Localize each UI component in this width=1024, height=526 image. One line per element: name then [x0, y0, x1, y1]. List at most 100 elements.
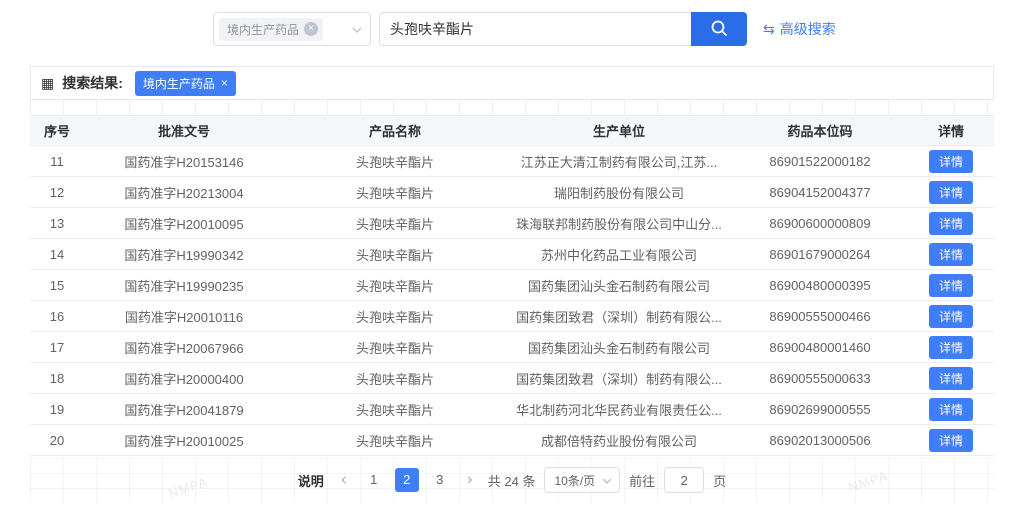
row-no: 15: [30, 270, 84, 301]
detail-button[interactable]: 详情: [929, 243, 973, 266]
detail-cell: 详情: [908, 425, 994, 456]
table-row: 19国药准字H20041879头孢呋辛酯片华北制药河北华民药业有限责任公...8…: [30, 394, 994, 425]
manufacturer: 珠海联邦制药股份有限公司中山分...: [506, 208, 732, 239]
results-filter-tag[interactable]: 境内生产药品 ×: [135, 71, 236, 96]
detail-button[interactable]: 详情: [929, 212, 973, 235]
results-filter-tag-label: 境内生产药品: [143, 75, 215, 92]
manufacturer: 国药集团汕头金石制药有限公司: [506, 270, 732, 301]
row-no: 17: [30, 332, 84, 363]
row-no: 13: [30, 208, 84, 239]
goto-label: 前往: [629, 471, 655, 490]
manufacturer: 苏州中化药品工业有限公司: [506, 239, 732, 270]
drug-code: 86901522000182: [732, 146, 908, 177]
detail-cell: 详情: [908, 301, 994, 332]
approval-number: 国药准字H20010095: [84, 208, 284, 239]
results-label: 搜索结果:: [62, 73, 123, 93]
next-page-button[interactable]: ›: [461, 472, 479, 488]
drug-code: 86902013000506: [732, 425, 908, 456]
manufacturer: 瑞阳制药股份有限公司: [506, 177, 732, 208]
drug-code: 86902699000555: [732, 394, 908, 425]
manufacturer: 江苏正大清江制药有限公司,江苏...: [506, 146, 732, 177]
product-name: 头孢呋辛酯片: [284, 208, 506, 239]
detail-button[interactable]: 详情: [929, 367, 973, 390]
note-link[interactable]: 说明: [298, 471, 324, 490]
approval-number: 国药准字H20000400: [84, 363, 284, 394]
page-button-1[interactable]: 1: [362, 468, 386, 492]
header-product-name: 产品名称: [284, 116, 506, 146]
search-button[interactable]: [691, 12, 747, 46]
goto-page-input[interactable]: [664, 467, 704, 493]
header-approval-number: 批准文号: [84, 116, 284, 146]
detail-button[interactable]: 详情: [929, 274, 973, 297]
row-no: 12: [30, 177, 84, 208]
product-name: 头孢呋辛酯片: [284, 363, 506, 394]
product-name: 头孢呋辛酯片: [284, 177, 506, 208]
results-panel: ▦ 搜索结果: 境内生产药品 × 序号 批准文号 产品名称 生产单位 药品本位码…: [30, 66, 994, 503]
detail-cell: 详情: [908, 239, 994, 270]
filter-icon: ⇆: [763, 22, 775, 36]
drug-code: 86904152004377: [732, 177, 908, 208]
tag-remove-icon[interactable]: ×: [304, 22, 318, 36]
advanced-search-link[interactable]: ⇆ 高级搜索: [763, 19, 836, 39]
table-row: 15国药准字H19990235头孢呋辛酯片国药集团汕头金石制药有限公司86900…: [30, 270, 994, 301]
table-header-row: 序号 批准文号 产品名称 生产单位 药品本位码 详情: [30, 116, 994, 146]
manufacturer: 国药集团致君（深圳）制药有限公...: [506, 363, 732, 394]
detail-button[interactable]: 详情: [929, 398, 973, 421]
table-row: 11国药准字H20153146头孢呋辛酯片江苏正大清江制药有限公司,江苏...8…: [30, 146, 994, 177]
manufacturer: 国药集团汕头金石制药有限公司: [506, 332, 732, 363]
results-table: 序号 批准文号 产品名称 生产单位 药品本位码 详情 11国药准字H201531…: [30, 115, 994, 456]
total-count-label: 共 24 条: [488, 471, 536, 490]
detail-cell: 详情: [908, 363, 994, 394]
drug-code: 86900555000466: [732, 301, 908, 332]
detail-cell: 详情: [908, 332, 994, 363]
approval-number: 国药准字H20010025: [84, 425, 284, 456]
chevron-down-icon: [602, 473, 612, 487]
table-row: 18国药准字H20000400头孢呋辛酯片国药集团致君（深圳）制药有限公...8…: [30, 363, 994, 394]
drug-code: 86900555000633: [732, 363, 908, 394]
drug-code: 86901679000264: [732, 239, 908, 270]
detail-cell: 详情: [908, 208, 994, 239]
drug-code: 86900480001460: [732, 332, 908, 363]
detail-button[interactable]: 详情: [929, 305, 973, 328]
product-name: 头孢呋辛酯片: [284, 146, 506, 177]
search-input[interactable]: [379, 12, 691, 46]
row-no: 16: [30, 301, 84, 332]
approval-number: 国药准字H20153146: [84, 146, 284, 177]
table-row: 17国药准字H20067966头孢呋辛酯片国药集团汕头金石制药有限公司86900…: [30, 332, 994, 363]
drug-code: 86900600000809: [732, 208, 908, 239]
detail-button[interactable]: 详情: [929, 181, 973, 204]
tag-close-icon[interactable]: ×: [221, 77, 228, 89]
detail-button[interactable]: 详情: [929, 150, 973, 173]
goto-unit-label: 页: [713, 471, 726, 490]
approval-number: 国药准字H19990342: [84, 239, 284, 270]
header-drug-code: 药品本位码: [732, 116, 908, 146]
drug-type-select[interactable]: 境内生产药品 ×: [213, 12, 371, 46]
detail-cell: 详情: [908, 177, 994, 208]
product-name: 头孢呋辛酯片: [284, 239, 506, 270]
approval-number: 国药准字H20010116: [84, 301, 284, 332]
results-header: ▦ 搜索结果: 境内生产药品 ×: [30, 66, 994, 100]
page-button-2-active[interactable]: 2: [395, 468, 419, 492]
detail-button[interactable]: 详情: [929, 336, 973, 359]
drug-type-tag-label: 境内生产药品: [227, 21, 299, 38]
page-button-3[interactable]: 3: [428, 468, 452, 492]
detail-button[interactable]: 详情: [929, 429, 973, 452]
row-no: 20: [30, 425, 84, 456]
page-size-select[interactable]: 10条/页: [544, 467, 620, 493]
pagination: 说明 ‹ 1 2 3 › 共 24 条 10条/页 前往 页: [30, 467, 994, 493]
table-body: 11国药准字H20153146头孢呋辛酯片江苏正大清江制药有限公司,江苏...8…: [30, 146, 994, 456]
detail-cell: 详情: [908, 270, 994, 301]
approval-number: 国药准字H20067966: [84, 332, 284, 363]
table-row: 14国药准字H19990342头孢呋辛酯片苏州中化药品工业有限公司8690167…: [30, 239, 994, 270]
manufacturer: 华北制药河北华民药业有限责任公...: [506, 394, 732, 425]
drug-type-tag: 境内生产药品 ×: [219, 18, 323, 41]
prev-page-button[interactable]: ‹: [335, 472, 353, 488]
table-row: 12国药准字H20213004头孢呋辛酯片瑞阳制药股份有限公司869041520…: [30, 177, 994, 208]
table-row: 16国药准字H20010116头孢呋辛酯片国药集团致君（深圳）制药有限公...8…: [30, 301, 994, 332]
manufacturer: 国药集团致君（深圳）制药有限公...: [506, 301, 732, 332]
row-no: 18: [30, 363, 84, 394]
product-name: 头孢呋辛酯片: [284, 425, 506, 456]
header-detail: 详情: [908, 116, 994, 146]
row-no: 19: [30, 394, 84, 425]
search-icon: [710, 19, 728, 40]
